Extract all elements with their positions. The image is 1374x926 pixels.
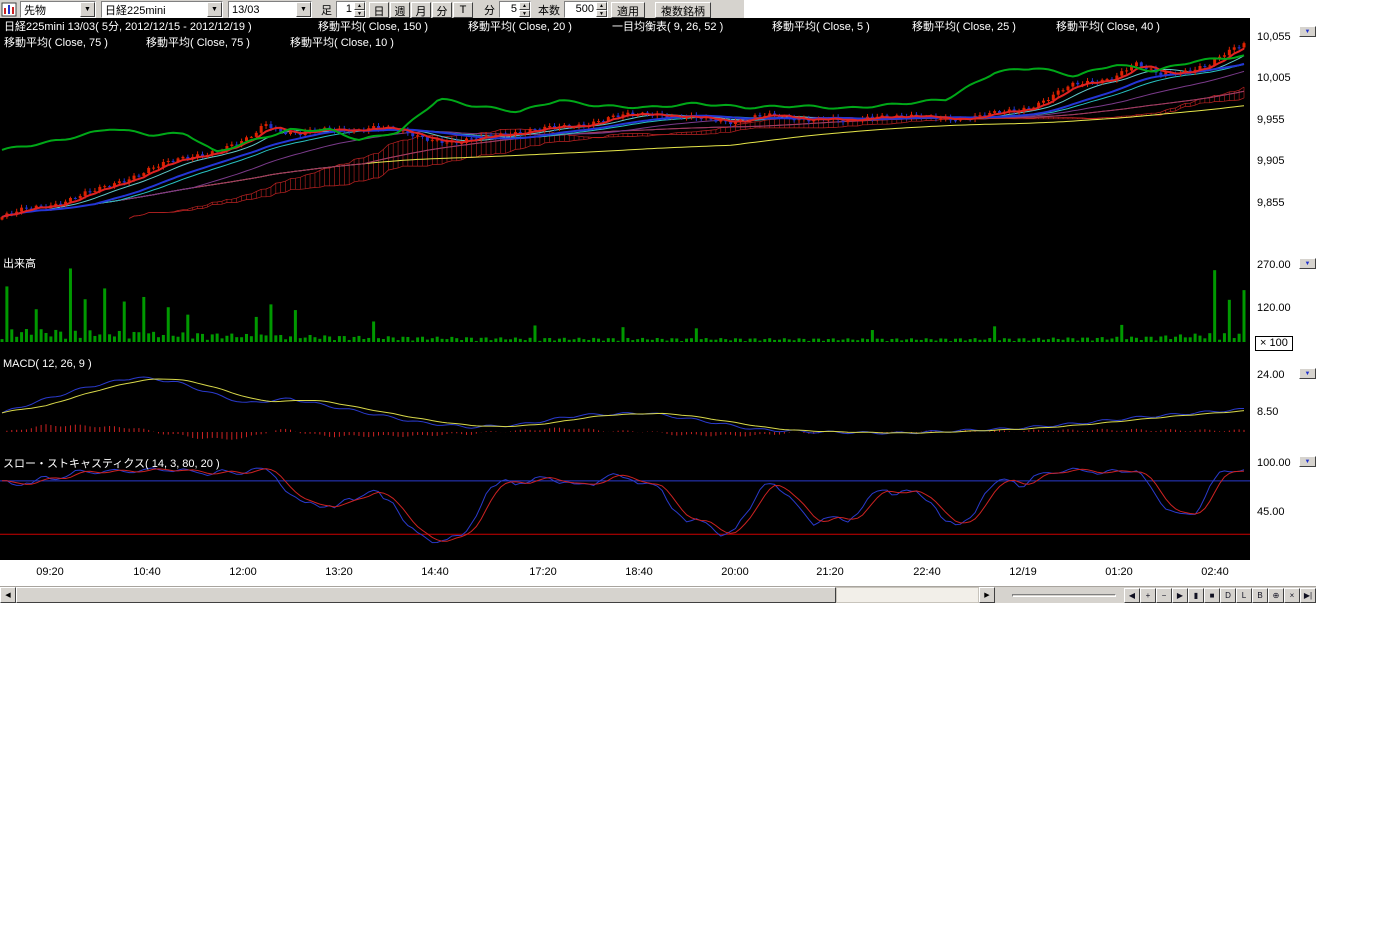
time-tick: 22:40 xyxy=(913,566,941,578)
time-tick: 02:40 xyxy=(1201,566,1229,578)
price-tick: 9,855 xyxy=(1257,197,1285,210)
tool-bar-button[interactable]: B xyxy=(1252,588,1268,603)
tool-cursor-button[interactable]: ▮ xyxy=(1188,588,1204,603)
ma25-label: 移動平均( Close, 25 ) xyxy=(912,21,1016,34)
ma10-label: 移動平均( Close, 10 ) xyxy=(290,37,394,50)
spin-up-icon[interactable]: ▲ xyxy=(354,2,365,10)
volume-pane-label: 出来高 xyxy=(3,258,36,271)
trading-chart-window: 先物 ▼ 日経225mini ▼ 13/03 ▼ 足 1 ▲ ▼ 日 週 月 分… xyxy=(0,0,1374,926)
tool-back-button[interactable]: ◀ xyxy=(1124,588,1140,603)
time-tick: 12:00 xyxy=(229,566,257,578)
period-tick-button[interactable]: T xyxy=(453,2,473,18)
symbol-value: 日経225mini xyxy=(102,2,169,18)
ma5-label: 移動平均( Close, 5 ) xyxy=(772,21,870,34)
time-tick: 17:20 xyxy=(529,566,557,578)
contract-month-select[interactable]: 13/03 ▼ xyxy=(228,1,312,18)
stoch-tick: 100.00 xyxy=(1257,457,1291,470)
period-weekly-button[interactable]: 週 xyxy=(390,2,410,18)
bar-interval-value: 1 xyxy=(337,2,354,17)
ma20-label: 移動平均( Close, 20 ) xyxy=(468,21,572,34)
tool-line-button[interactable]: L xyxy=(1236,588,1252,603)
time-tick: 09:20 xyxy=(36,566,64,578)
scrollbar-thumb[interactable] xyxy=(16,587,836,603)
ma40-label: 移動平均( Close, 40 ) xyxy=(1056,21,1160,34)
chart-region: 日経225mini 13/03( 5分, 2012/12/15 - 2012/1… xyxy=(0,18,1250,560)
ma75-label-2: 移動平均( Close, 75 ) xyxy=(146,37,250,50)
time-tick: 01:20 xyxy=(1105,566,1133,578)
time-tick: 20:00 xyxy=(721,566,749,578)
time-tick: 18:40 xyxy=(625,566,653,578)
bar-count-value: 500 xyxy=(565,2,596,17)
tool-zoom-in-button[interactable]: + xyxy=(1140,588,1156,603)
multi-symbol-button[interactable]: 複数銘柄 xyxy=(655,2,711,18)
bar-type-label: 足 xyxy=(321,2,332,18)
tool-latest-button[interactable]: ▶| xyxy=(1300,588,1316,603)
stoch-tick: 45.00 xyxy=(1257,506,1285,519)
spin-down-icon[interactable]: ▼ xyxy=(519,10,530,18)
macd-pane-label: MACD( 12, 26, 9 ) xyxy=(3,358,92,371)
time-tick: 10:40 xyxy=(133,566,161,578)
chevron-down-icon[interactable]: ▼ xyxy=(207,2,222,17)
tool-forward-button[interactable]: ▶ xyxy=(1172,588,1188,603)
minute-value: 5 xyxy=(500,2,519,17)
stochastics-pane-label: スロー・ストキャスティクス( 14, 3, 80, 20 ) xyxy=(3,458,220,471)
spin-down-icon[interactable]: ▼ xyxy=(354,10,365,18)
stoch-scale-button[interactable]: ▼ xyxy=(1299,456,1316,467)
macd-scale-button[interactable]: ▼ xyxy=(1299,368,1316,379)
chevron-down-icon[interactable]: ▼ xyxy=(80,2,95,17)
time-tick: 13:20 xyxy=(325,566,353,578)
price-tick: 10,055 xyxy=(1257,31,1291,44)
tool-data-button[interactable]: D xyxy=(1220,588,1236,603)
bar-width-slider[interactable] xyxy=(1012,594,1116,597)
ma150-label: 移動平均( Close, 150 ) xyxy=(318,21,428,34)
bar-count-spinner[interactable]: 500 ▲ ▼ xyxy=(564,1,608,18)
price-tick: 10,005 xyxy=(1257,72,1291,85)
price-tick: 9,905 xyxy=(1257,155,1285,168)
volume-tick: 120.00 xyxy=(1257,302,1291,315)
volume-scale-button[interactable]: ▼ xyxy=(1299,258,1316,269)
price-tick: 9,955 xyxy=(1257,114,1285,127)
scroll-left-button[interactable]: ◀ xyxy=(0,587,16,603)
toolbar: 先物 ▼ 日経225mini ▼ 13/03 ▼ 足 1 ▲ ▼ 日 週 月 分… xyxy=(0,0,744,19)
macd-tick: 8.50 xyxy=(1257,406,1278,419)
tool-stop-button[interactable]: ■ xyxy=(1204,588,1220,603)
app-icon xyxy=(1,2,17,17)
time-tick: 12/19 xyxy=(1009,566,1037,578)
minute-spinner[interactable]: 5 ▲ ▼ xyxy=(499,1,531,18)
chevron-down-icon[interactable]: ▼ xyxy=(296,2,311,17)
spin-up-icon[interactable]: ▲ xyxy=(519,2,530,10)
scroll-right-button[interactable]: ▶ xyxy=(979,587,995,603)
period-minute-button[interactable]: 分 xyxy=(432,2,452,18)
time-axis: 09:20 10:40 12:00 13:20 14:40 17:20 18:4… xyxy=(0,560,1250,585)
price-volume-indicator-chart[interactable] xyxy=(0,18,1250,560)
scrollbar-track[interactable] xyxy=(836,587,979,603)
instrument-type-value: 先物 xyxy=(21,2,49,18)
ma75-label: 移動平均( Close, 75 ) xyxy=(4,37,108,50)
tool-close-button[interactable]: × xyxy=(1284,588,1300,603)
macd-tick: 24.00 xyxy=(1257,369,1285,382)
volume-multiplier-badge: × 100 xyxy=(1255,336,1293,351)
instrument-type-select[interactable]: 先物 ▼ xyxy=(20,1,96,18)
bar-count-label: 本数 xyxy=(538,2,560,18)
symbol-select[interactable]: 日経225mini ▼ xyxy=(101,1,223,18)
period-daily-button[interactable]: 日 xyxy=(369,2,389,18)
time-tick: 21:20 xyxy=(816,566,844,578)
spin-down-icon[interactable]: ▼ xyxy=(596,10,607,18)
time-tick: 14:40 xyxy=(421,566,449,578)
chart-title-label: 日経225mini 13/03( 5分, 2012/12/15 - 2012/1… xyxy=(4,21,252,34)
period-monthly-button[interactable]: 月 xyxy=(411,2,431,18)
tool-target-button[interactable]: ⊕ xyxy=(1268,588,1284,603)
spin-up-icon[interactable]: ▲ xyxy=(596,2,607,10)
minute-label: 分 xyxy=(484,2,495,18)
volume-tick: 270.00 xyxy=(1257,259,1291,272)
value-axis: 10,055 10,005 9,955 9,905 9,855 270.00 1… xyxy=(1250,18,1374,560)
ichimoku-label: 一目均衡表( 9, 26, 52 ) xyxy=(612,21,723,34)
tool-zoom-out-button[interactable]: − xyxy=(1156,588,1172,603)
horizontal-scrollbar-row: ◀ ▶ ◀ + − ▶ ▮ ■ D L B ⊕ × ▶| xyxy=(0,586,1316,603)
contract-month-value: 13/03 xyxy=(229,4,263,16)
bar-interval-spinner[interactable]: 1 ▲ ▼ xyxy=(336,1,366,18)
apply-button[interactable]: 適用 xyxy=(611,2,645,18)
price-scale-button[interactable]: ▼ xyxy=(1299,26,1316,37)
